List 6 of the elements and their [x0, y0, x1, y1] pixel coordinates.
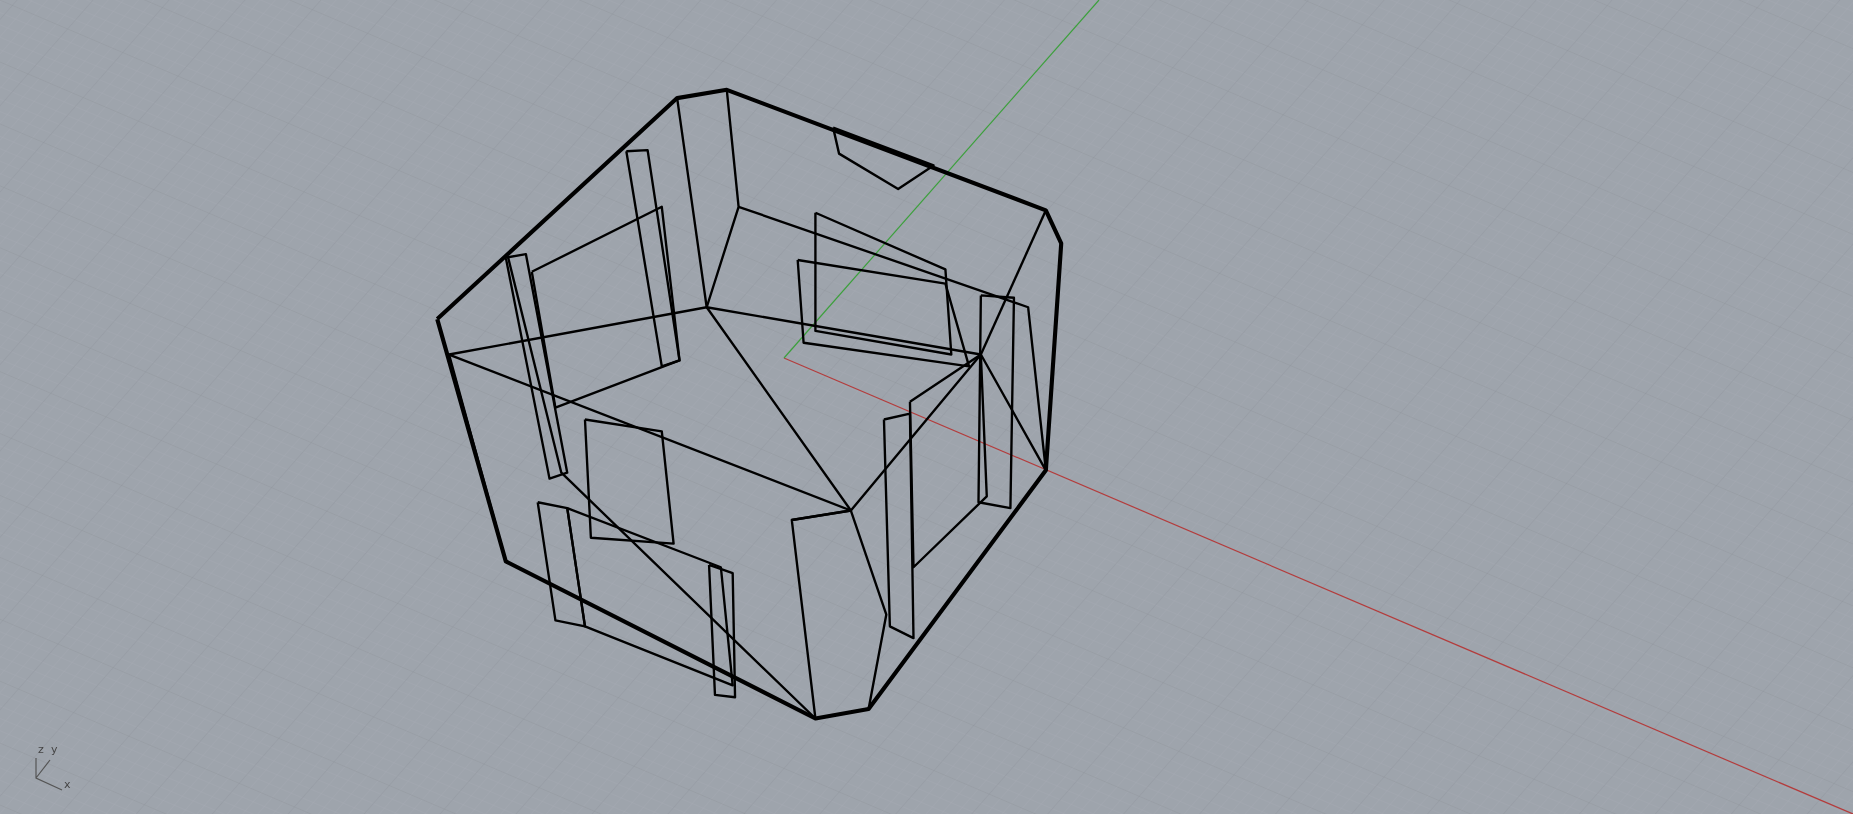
wireframe-model-drawing[interactable]	[435, 87, 1064, 721]
axis-label: y	[51, 744, 58, 755]
axis-label: z	[38, 744, 44, 755]
axis-label: x	[64, 779, 71, 790]
cad-viewport[interactable]: z y x	[0, 0, 1853, 814]
axis-gizmo-icon	[35, 757, 63, 791]
